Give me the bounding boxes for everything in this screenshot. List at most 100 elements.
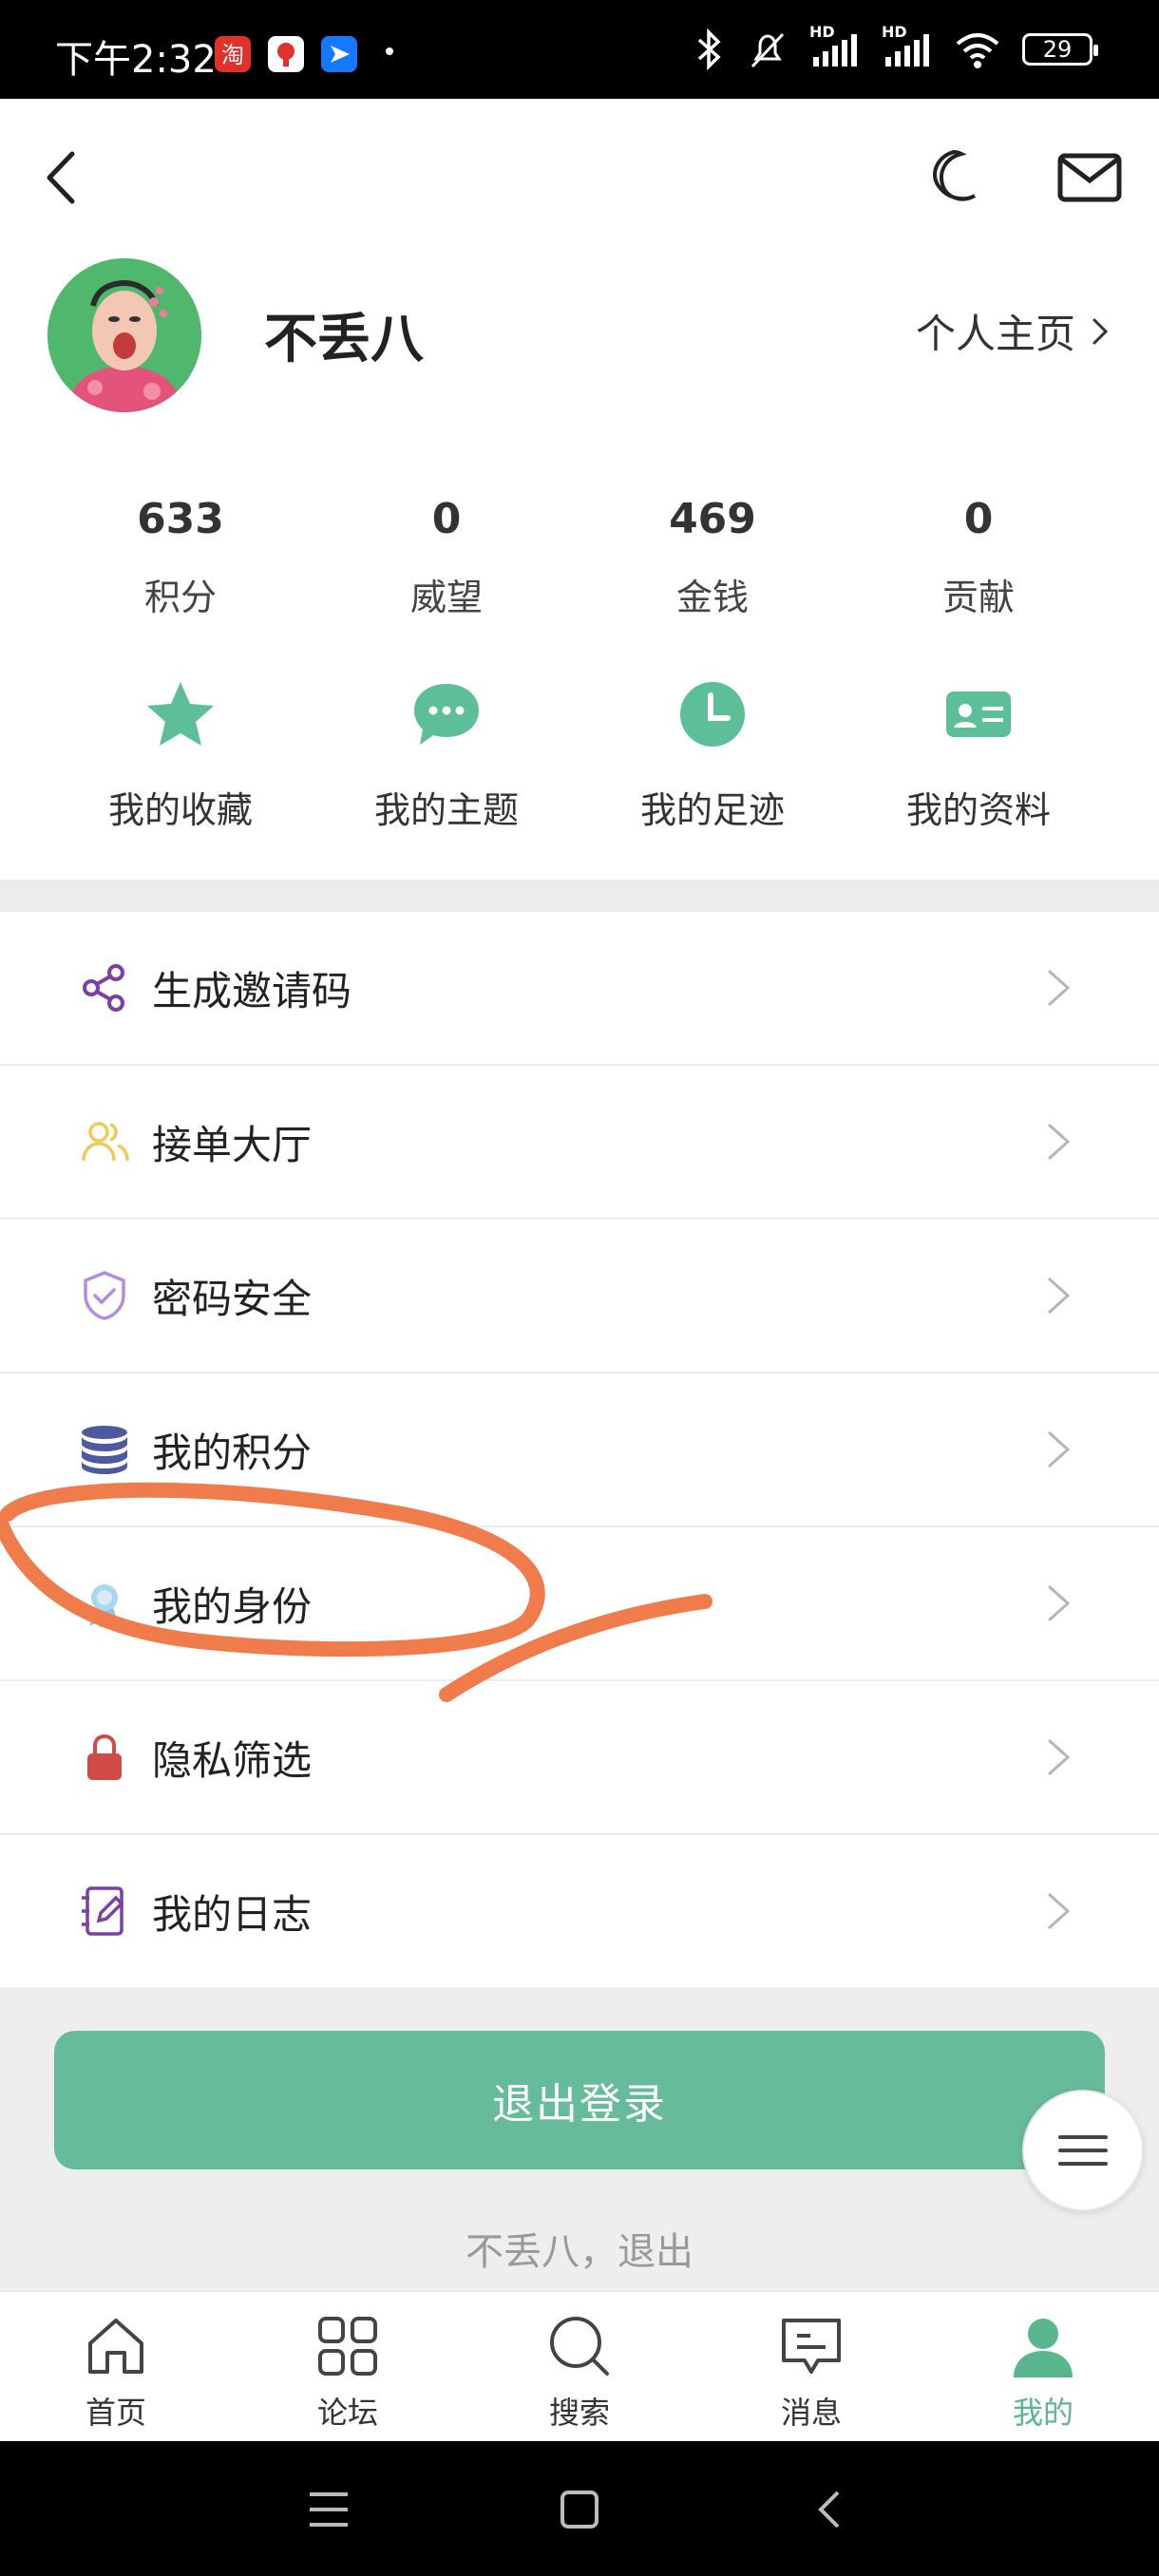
quick-link-label: 我的主题	[373, 789, 519, 831]
notebook-icon	[82, 1886, 124, 1936]
stat-value: 0	[963, 495, 994, 543]
status-icons: HD HD 29	[694, 23, 1098, 70]
nav-mine[interactable]: 我的	[927, 2292, 1159, 2441]
notification-dot	[386, 47, 393, 55]
home-icon	[88, 2319, 143, 2374]
map-app-icon	[268, 36, 304, 72]
moon-icon[interactable]	[918, 142, 988, 213]
stat-label: 威望	[409, 577, 483, 618]
nav-messages[interactable]: 消息	[695, 2292, 927, 2441]
star-icon	[147, 682, 214, 746]
chat-bubble-icon	[414, 684, 479, 745]
nav-label: 消息	[780, 2395, 842, 2431]
menu-item-label: 我的日志	[152, 1890, 313, 1938]
menu-item-label: 密码安全	[152, 1275, 313, 1322]
nav-label: 论坛	[316, 2395, 378, 2431]
quick-link-label: 我的收藏	[107, 789, 253, 831]
avatar[interactable]	[48, 258, 201, 412]
back-system-icon[interactable]	[804, 2483, 857, 2536]
chevron-right-icon	[1047, 1738, 1071, 1776]
chevron-right-icon	[1047, 1892, 1071, 1930]
app-header	[0, 99, 1159, 251]
homepage-label: 个人主页	[915, 311, 1075, 357]
stat-label: 金钱	[675, 577, 749, 618]
lock-icon	[87, 1733, 122, 1780]
nav-label: 搜索	[548, 2395, 610, 2431]
menu-item-label: 生成邀请码	[152, 967, 352, 1014]
back-chevron-icon[interactable]	[28, 142, 99, 213]
mail-icon[interactable]	[1054, 142, 1125, 213]
clock-icon	[680, 682, 745, 747]
stat-contribution[interactable]: 0 贡献	[846, 486, 1112, 620]
menu-item-my-points[interactable]: 我的积分	[0, 1373, 1159, 1527]
message-icon	[782, 2319, 841, 2374]
send-app-icon	[321, 36, 357, 72]
quick-link-topics[interactable]: 我的主题	[314, 676, 580, 833]
quick-link-label: 我的资料	[905, 789, 1051, 831]
menu-item-privacy-filter[interactable]: 隐私筛选	[0, 1681, 1159, 1835]
nav-forum[interactable]: 论坛	[232, 2292, 464, 2441]
status-time: 下午2:32	[55, 38, 217, 82]
section-divider	[0, 880, 1159, 912]
signal-2-icon: HD	[882, 23, 933, 70]
chevron-right-icon	[1092, 318, 1109, 344]
stat-value: 0	[431, 495, 462, 543]
stat-label: 贡献	[941, 577, 1015, 618]
bottom-navigation: 首页 论坛 搜索 消息 我的	[0, 2291, 1159, 2441]
quick-link-footprints[interactable]: 我的足迹	[580, 676, 846, 833]
bluetooth-icon	[697, 28, 721, 70]
quick-links: 我的收藏 我的主题 我的足迹 我的资料	[0, 676, 1159, 833]
hd-label: HD	[882, 23, 907, 41]
quick-link-favorites[interactable]: 我的收藏	[48, 676, 314, 833]
id-card-icon	[946, 691, 1011, 737]
menu-item-my-journal[interactable]: 我的日志	[0, 1835, 1159, 1989]
stat-money[interactable]: 469 金钱	[580, 486, 846, 620]
chevron-right-icon	[1047, 1430, 1071, 1468]
menu-item-label: 隐私筛选	[152, 1736, 313, 1784]
share-icon	[83, 964, 124, 1012]
personal-homepage-link[interactable]: 个人主页	[916, 302, 1112, 360]
nav-search[interactable]: 搜索	[464, 2292, 695, 2441]
logout-button[interactable]: 退出登录	[54, 2031, 1105, 2169]
shield-icon	[84, 1271, 125, 1320]
chevron-right-icon	[1047, 1277, 1071, 1315]
system-navigation-bar	[0, 2441, 1159, 2576]
search-icon	[550, 2317, 609, 2376]
logout-note: 不丢八，退出	[466, 2230, 694, 2274]
badge-icon	[89, 1584, 120, 1628]
menu-item-invite-code[interactable]: 生成邀请码	[0, 912, 1159, 1066]
menu-item-label: 我的身份	[152, 1582, 313, 1630]
nav-home[interactable]: 首页	[0, 2292, 232, 2441]
stat-value: 469	[669, 495, 756, 543]
quick-link-profile[interactable]: 我的资料	[846, 676, 1112, 833]
chevron-right-icon	[1047, 969, 1071, 1007]
battery-indicator: 29	[1022, 33, 1098, 66]
menu-system-icon[interactable]	[302, 2483, 355, 2536]
stat-value: 633	[137, 495, 224, 543]
hd-label: HD	[809, 23, 835, 41]
hamburger-icon	[1058, 2135, 1108, 2166]
chevron-right-icon	[1047, 1584, 1071, 1622]
home-system-icon[interactable]	[553, 2483, 606, 2536]
users-icon	[82, 1122, 129, 1162]
database-icon	[82, 1426, 127, 1474]
settings-menu: 生成邀请码 接单大厅 密码安全 我的积分 我的身份 隐私筛选 我的日志	[0, 912, 1159, 1989]
stat-points[interactable]: 633 积分	[48, 486, 314, 620]
stat-prestige[interactable]: 0 威望	[314, 486, 580, 620]
menu-item-my-identity[interactable]: 我的身份	[0, 1527, 1159, 1681]
mute-bell-icon	[750, 32, 785, 68]
username: 不丢八	[264, 309, 424, 370]
menu-item-password-security[interactable]: 密码安全	[0, 1220, 1159, 1373]
menu-item-order-hall[interactable]: 接单大厅	[0, 1066, 1159, 1220]
stats-row: 633 积分 0 威望 469 金钱 0 贡献	[0, 486, 1159, 620]
status-bar: 下午2:32 淘 HD HD 29	[0, 0, 1159, 99]
menu-item-label: 我的积分	[152, 1429, 313, 1476]
floating-menu-button[interactable]	[1022, 2090, 1144, 2211]
nav-label: 首页	[85, 2395, 146, 2431]
stat-label: 积分	[143, 577, 217, 618]
user-icon	[1014, 2319, 1073, 2377]
quick-link-label: 我的足迹	[639, 789, 785, 831]
chevron-right-icon	[1047, 1123, 1071, 1161]
svg-text:淘: 淘	[221, 42, 244, 68]
signal-1-icon: HD	[809, 23, 861, 70]
